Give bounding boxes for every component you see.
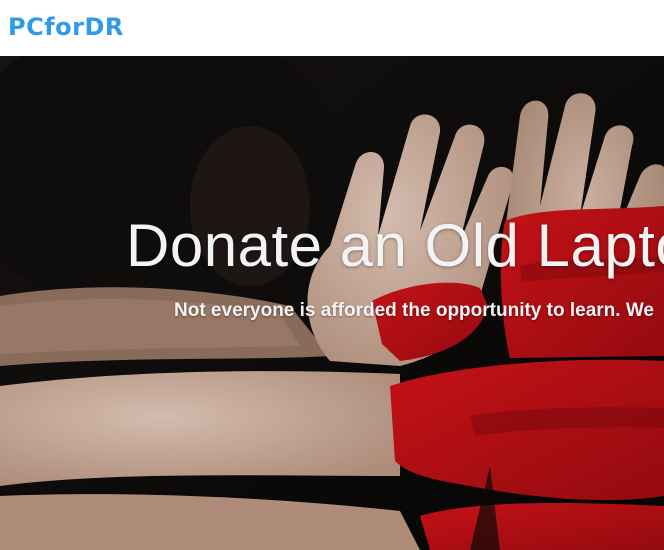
- site-logo[interactable]: PCforDR: [8, 12, 124, 42]
- top-navbar: PCforDR: [0, 0, 664, 56]
- page: PCforDR Donate an Old Laptop Not everyon…: [0, 0, 664, 550]
- hero-subtitle: Not everyone is afforded the opportunity…: [174, 300, 654, 321]
- hero-title: Donate an Old Laptop: [126, 212, 664, 279]
- hero-banner: Donate an Old Laptop Not everyone is aff…: [0, 56, 664, 550]
